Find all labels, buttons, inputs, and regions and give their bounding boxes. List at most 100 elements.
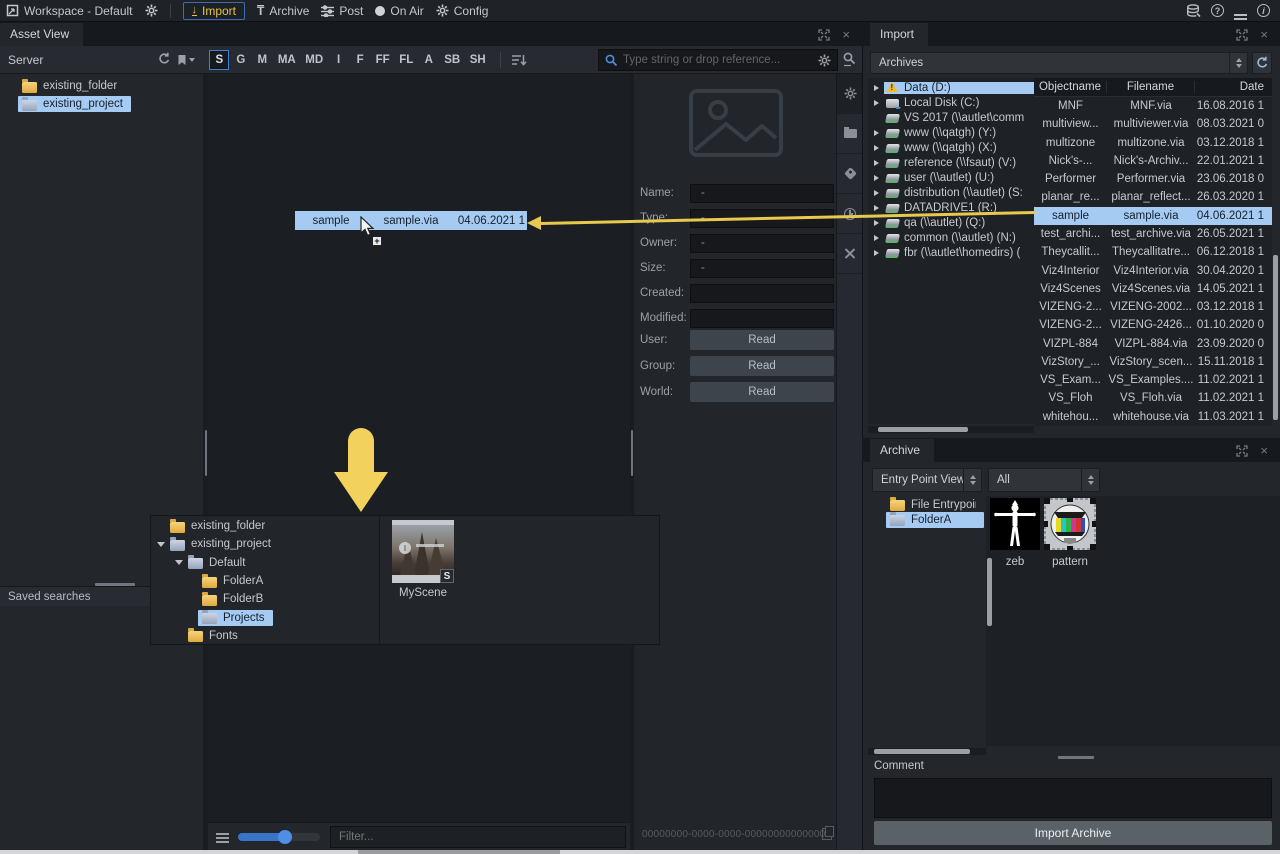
sort-icon[interactable] <box>511 53 527 67</box>
property-value[interactable]: - <box>690 234 834 253</box>
table-row[interactable]: sample sample.via 04.06.2021 1 <box>1034 207 1272 225</box>
copy-uuid-icon[interactable] <box>822 828 832 840</box>
table-row[interactable]: multiview... multiviewer.via 08.03.2021 … <box>1034 115 1272 133</box>
table-row[interactable]: VIZENG-2... VIZENG-2426... 01.10.2020 0 <box>1034 316 1272 334</box>
table-row[interactable]: multizone multizone.via 03.12.2018 1 <box>1034 134 1272 152</box>
server-tree-item[interactable]: existing_project <box>0 95 203 113</box>
table-row[interactable]: VS_Exam... VS_Examples.... 11.02.2021 1 <box>1034 371 1272 389</box>
table-vscrollbar[interactable] <box>1272 78 1280 426</box>
drive-tree-item[interactable]: VS 2017 (\\autlet\comm <box>868 110 1034 125</box>
info-icon[interactable]: i <box>1257 4 1270 17</box>
sync-icon[interactable] <box>157 52 173 67</box>
project-tree-item[interactable]: Projects <box>151 608 379 626</box>
project-tree-item[interactable]: existing_folder <box>151 517 379 535</box>
asset-filter-button[interactable]: F <box>350 50 370 70</box>
asset-filter-button[interactable]: FL <box>395 50 417 70</box>
drive-tree-item[interactable]: distribution (\\autlet) (S: <box>868 185 1034 200</box>
import-archive-button[interactable]: Import Archive <box>874 821 1272 845</box>
database-icon[interactable] <box>1186 4 1201 18</box>
asset-filter-button[interactable]: MA <box>274 50 300 70</box>
property-value[interactable]: - <box>690 259 834 278</box>
server-tree-item[interactable]: existing_folder <box>0 77 203 95</box>
refresh-archives-button[interactable] <box>1252 52 1272 74</box>
property-value[interactable]: - <box>690 184 834 203</box>
project-tree-item[interactable]: Fonts <box>151 627 379 645</box>
archive-item-pattern[interactable]: pattern <box>1044 498 1096 568</box>
drive-tree-item[interactable]: Local Disk (C:) <box>868 95 1034 110</box>
search-input[interactable] <box>623 54 812 66</box>
table-row[interactable]: MNF MNF.via 16.08.2016 1 <box>1034 97 1272 115</box>
asset-filter-button[interactable]: MD <box>301 50 327 70</box>
table-row[interactable]: whitehou... whitehouse.via 11.03.2021 1 <box>1034 408 1272 426</box>
table-row[interactable]: Theycallit... Theycallitatre... 06.12.20… <box>1034 243 1272 261</box>
asset-workspace[interactable] <box>208 74 630 822</box>
search-options-gear-icon[interactable] <box>818 54 831 67</box>
asset-filter-button[interactable]: I <box>329 50 349 70</box>
menu-icon[interactable] <box>1234 14 1247 16</box>
read-permission-button[interactable]: Read <box>690 356 834 376</box>
list-view-icon[interactable] <box>216 833 229 835</box>
entry-point-view-dropdown[interactable]: Entry Point View <box>872 468 982 492</box>
expand-panel-icon[interactable] <box>818 29 830 41</box>
splitter-handle[interactable] <box>1058 756 1094 759</box>
tag-icon[interactable] <box>837 154 863 194</box>
slider-thumb[interactable] <box>278 830 292 844</box>
table-row[interactable]: VS_Floh VS_Floh.via 11.02.2021 1 <box>1034 389 1272 407</box>
tab-import[interactable]: Import <box>870 23 928 46</box>
close-panel-icon[interactable]: × <box>842 28 850 41</box>
project-tree-item[interactable]: FolderB <box>151 590 379 608</box>
asset-filter-button[interactable]: SB <box>440 50 464 70</box>
expand-panel-icon[interactable] <box>1236 29 1248 41</box>
project-tree-item[interactable]: FolderA <box>151 572 379 590</box>
asset-filter-button[interactable]: SH <box>466 50 490 70</box>
asset-filter-button[interactable]: FF <box>372 50 394 70</box>
tools-icon[interactable] <box>837 234 863 274</box>
asset-filter-button[interactable]: M <box>252 50 272 70</box>
entry-tree-hscrollbar[interactable] <box>868 748 986 755</box>
entry-point-tree-item[interactable]: FolderA <box>868 512 986 527</box>
workspace-settings-icon[interactable] <box>145 4 158 17</box>
table-row[interactable]: VizStory_... VizStory_scen... 15.11.2018… <box>1034 353 1272 371</box>
property-value[interactable] <box>690 284 834 303</box>
search-in-document-icon[interactable] <box>843 52 858 67</box>
archive-mode-button[interactable]: T Archive <box>257 4 309 18</box>
comment-textarea[interactable] <box>874 778 1272 818</box>
archives-dropdown[interactable]: Archives <box>870 52 1248 74</box>
asset-filter-button[interactable]: G <box>231 50 251 70</box>
import-mode-button[interactable]: ↓ Import <box>183 2 246 20</box>
table-row[interactable]: planar_re... planar_reflect... 26.03.202… <box>1034 188 1272 206</box>
scene-thumbnail[interactable]: I S MyScene <box>392 520 454 599</box>
project-tree-item[interactable]: Default <box>151 554 379 572</box>
read-permission-button[interactable]: Read <box>690 382 834 402</box>
read-permission-button[interactable]: Read <box>690 330 834 350</box>
folder-view-icon[interactable] <box>837 114 863 154</box>
drive-tree-item[interactable]: common (\\autlet) (N:) <box>868 230 1034 245</box>
table-row[interactable]: VIZPL-884 VIZPL-884.via 23.09.2020 0 <box>1034 334 1272 352</box>
tab-asset-view[interactable]: Asset View <box>0 23 83 46</box>
post-mode-button[interactable]: Post <box>321 4 363 18</box>
drive-tree-item[interactable]: reference (\\fsaut) (V:) <box>868 155 1034 170</box>
expand-panel-icon[interactable] <box>1236 445 1248 457</box>
drive-tree-hscrollbar[interactable] <box>868 426 1034 433</box>
settings-gears-icon[interactable] <box>837 74 863 114</box>
table-row[interactable]: Viz4Interior Viz4Interior.via 30.04.2020… <box>1034 261 1272 279</box>
property-value[interactable] <box>690 309 834 328</box>
table-row[interactable]: Viz4Scenes Viz4Scenes.via 14.05.2021 1 <box>1034 280 1272 298</box>
onair-mode-button[interactable]: On Air <box>375 4 423 18</box>
asset-filter-button[interactable]: A <box>419 50 439 70</box>
workspace-filter-input[interactable] <box>330 826 626 848</box>
dragged-asset-row[interactable]: sample sample.via 04.06.2021 1 <box>295 211 527 230</box>
workspace-menu[interactable]: Workspace - Default <box>6 4 133 18</box>
close-panel-icon[interactable]: × <box>1260 444 1268 457</box>
drive-tree-item[interactable]: fbr (\\autlet\homedirs) ( <box>868 245 1034 260</box>
config-mode-button[interactable]: Config <box>436 4 489 18</box>
type-filter-dropdown[interactable]: All <box>988 468 1100 492</box>
table-header[interactable]: Objectname Filename Date <box>1034 78 1272 97</box>
drive-tree-item[interactable]: www (\\qatgh) (X:) <box>868 140 1034 155</box>
asset-filter-button[interactable]: S <box>209 50 229 70</box>
table-row[interactable]: VIZENG-2... VIZENG-2002... 03.12.2018 1 <box>1034 298 1272 316</box>
table-row[interactable]: Performer Performer.via 23.06.2018 0 <box>1034 170 1272 188</box>
project-tree-item[interactable]: existing_project <box>151 535 379 553</box>
bookmark-icon[interactable] <box>177 54 195 66</box>
drive-tree-item[interactable]: Data (D:) <box>868 80 1034 95</box>
